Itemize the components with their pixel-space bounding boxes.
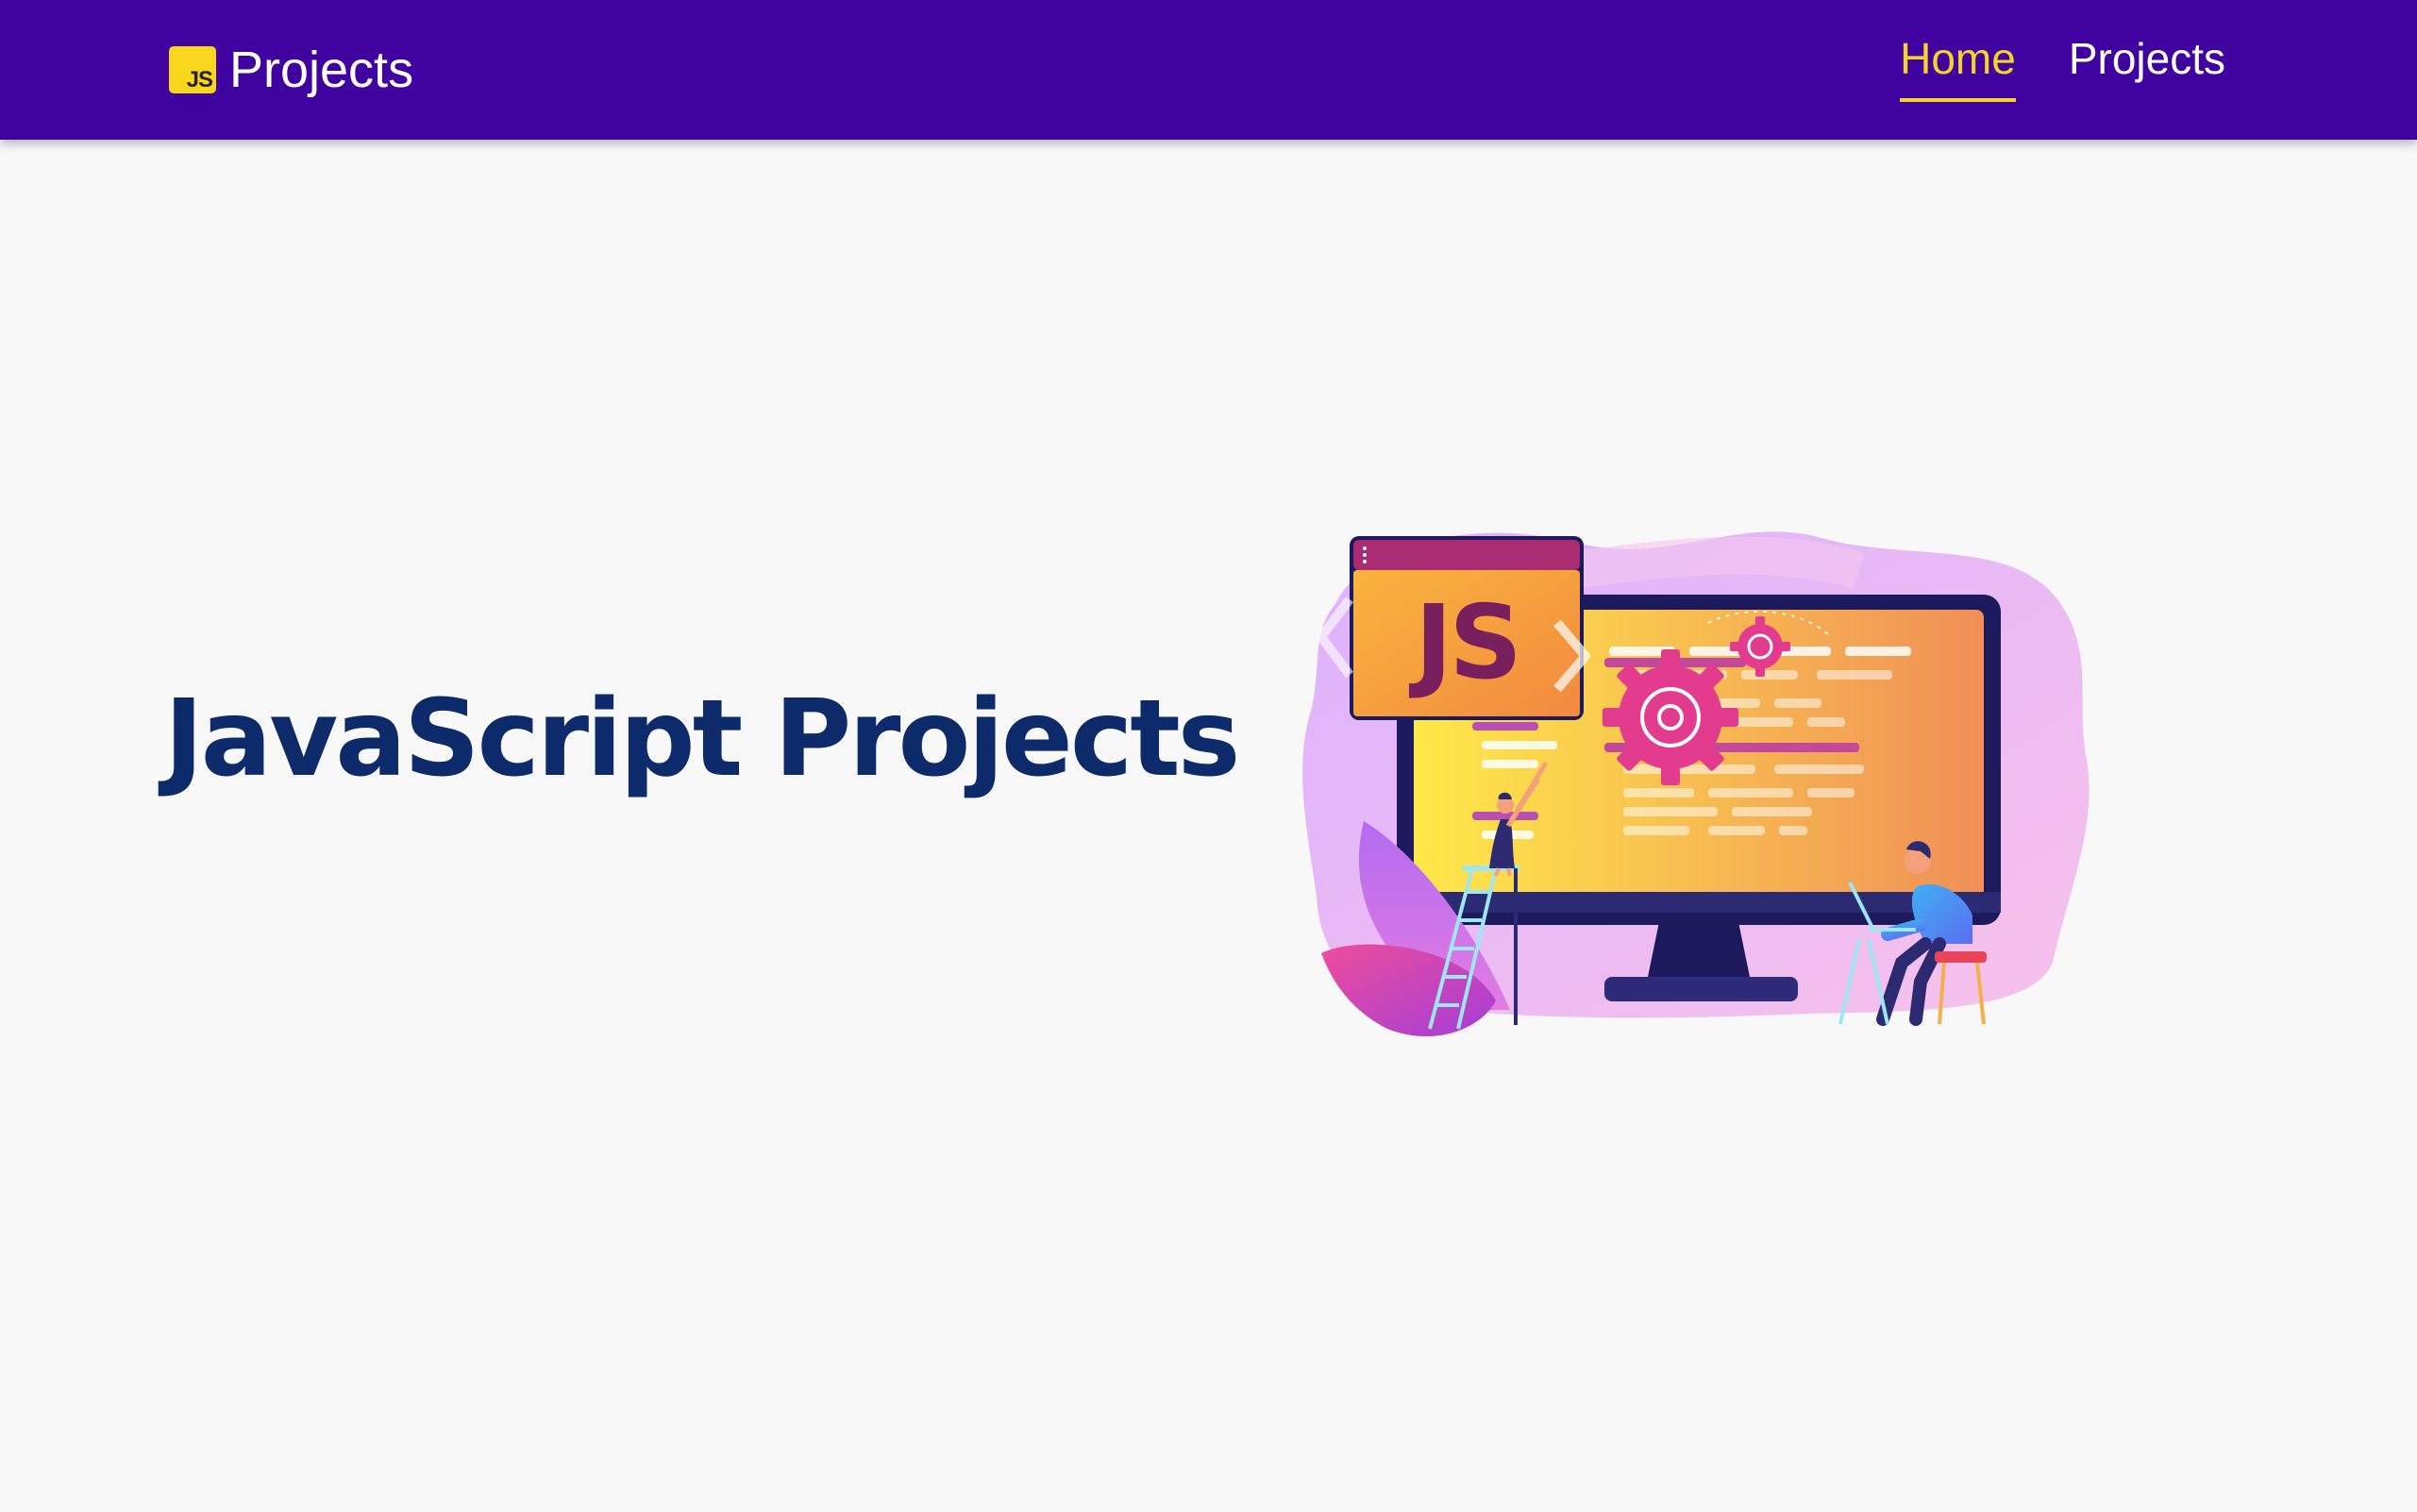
js-logo-icon: JS [169, 46, 216, 93]
hero-title: JavaScript Projects [164, 678, 1240, 800]
developers-illustration: JS [1302, 531, 2090, 1037]
js-window: JS [1350, 536, 1584, 720]
monitor-base [1604, 977, 1798, 1001]
gear-large-icon [1603, 649, 1738, 785]
js-logo-text: JS [186, 67, 213, 92]
nav-links: Home Projects [1900, 32, 2225, 102]
monitor-stand [1647, 913, 1751, 982]
brand-text: Projects [229, 42, 414, 98]
nav-link-home[interactable]: Home [1900, 32, 2016, 102]
brand-logo-link[interactable]: JS Projects [169, 36, 413, 104]
nav-link-projects[interactable]: Projects [2069, 32, 2225, 102]
js-window-text: JS [1408, 584, 1519, 702]
top-navbar: JS Projects Home Projects [0, 0, 2417, 140]
